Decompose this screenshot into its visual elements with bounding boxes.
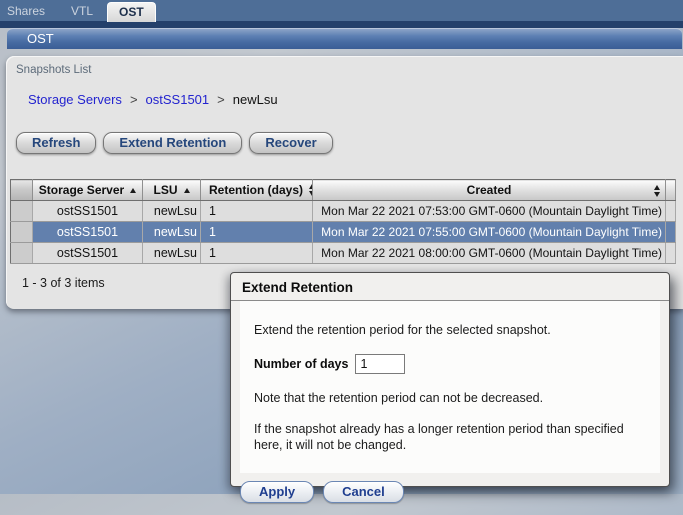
table-row[interactable]: ostSS1501 newLsu 1 Mon Mar 22 2021 08:00…	[11, 243, 676, 264]
breadcrumb-separator: >	[130, 92, 138, 107]
table-header-row: Storage Server LSU Retention (days) Crea…	[11, 180, 676, 201]
apply-button[interactable]: Apply	[240, 481, 314, 503]
cell-storage-server: ostSS1501	[33, 243, 143, 264]
dialog-title: Extend Retention	[231, 273, 669, 301]
cell-created: Mon Mar 22 2021 08:00:00 GMT-0600 (Mount…	[313, 243, 666, 264]
breadcrumb-separator: >	[217, 92, 225, 107]
extend-retention-dialog: Extend Retention Extend the retention pe…	[230, 272, 670, 487]
dialog-description: Extend the retention period for the sele…	[254, 322, 646, 338]
section-header: OST	[7, 28, 682, 49]
dialog-note-decrease: Note that the retention period can not b…	[254, 390, 646, 406]
column-header-created[interactable]: Created	[313, 180, 666, 201]
sort-updown-icon	[654, 185, 660, 197]
tab-ost[interactable]: OST	[107, 2, 156, 22]
top-tab-bar: Shares VTL OST	[0, 0, 683, 21]
number-of-days-label: Number of days	[254, 356, 348, 372]
dialog-body: Extend the retention period for the sele…	[240, 301, 660, 473]
snapshots-list-label: Snapshots List	[16, 64, 91, 76]
row-selector-cell[interactable]	[11, 201, 33, 222]
breadcrumb-storage-servers[interactable]: Storage Servers	[28, 92, 122, 107]
recover-button[interactable]: Recover	[249, 132, 332, 154]
dialog-footer: Apply Cancel	[231, 473, 669, 515]
sort-asc-icon	[130, 188, 136, 193]
section-header-title: OST	[27, 31, 54, 46]
filler-column-header	[666, 180, 676, 201]
column-header-lsu[interactable]: LSU	[143, 180, 201, 201]
cell-lsu: newLsu	[143, 222, 201, 243]
cell-retention: 1	[201, 243, 313, 264]
tab-bar-underline	[0, 21, 683, 28]
cell-retention: 1	[201, 201, 313, 222]
selection-column-header	[11, 180, 33, 201]
cell-lsu: newLsu	[143, 201, 201, 222]
snapshots-table: Storage Server LSU Retention (days) Crea…	[10, 179, 676, 264]
cell-storage-server: ostSS1501	[33, 201, 143, 222]
cell-storage-server: ostSS1501	[33, 222, 143, 243]
breadcrumb: Storage Servers > ostSS1501 > newLsu	[28, 92, 278, 107]
tab-shares[interactable]: Shares	[7, 4, 45, 18]
sort-asc-icon	[184, 188, 190, 193]
column-header-retention[interactable]: Retention (days)	[201, 180, 313, 201]
number-of-days-input[interactable]	[355, 354, 405, 374]
row-selector-cell[interactable]	[11, 222, 33, 243]
filler-cell	[666, 201, 676, 222]
breadcrumb-ostss1501[interactable]: ostSS1501	[146, 92, 210, 107]
breadcrumb-current: newLsu	[233, 92, 278, 107]
cell-created: Mon Mar 22 2021 07:55:00 GMT-0600 (Mount…	[313, 222, 666, 243]
cancel-button[interactable]: Cancel	[323, 481, 404, 503]
items-count: 1 - 3 of 3 items	[22, 276, 105, 290]
cell-lsu: newLsu	[143, 243, 201, 264]
number-of-days-row: Number of days	[254, 354, 646, 374]
cell-retention: 1	[201, 222, 313, 243]
table-row[interactable]: ostSS1501 newLsu 1 Mon Mar 22 2021 07:53…	[11, 201, 676, 222]
snapshot-toolbar: Refresh Extend Retention Recover	[16, 132, 333, 154]
extend-retention-button[interactable]: Extend Retention	[103, 132, 242, 154]
table-row-selected[interactable]: ostSS1501 newLsu 1 Mon Mar 22 2021 07:55…	[11, 222, 676, 243]
filler-cell	[666, 243, 676, 264]
row-selector-cell[interactable]	[11, 243, 33, 264]
column-header-storage-server[interactable]: Storage Server	[33, 180, 143, 201]
cell-created: Mon Mar 22 2021 07:53:00 GMT-0600 (Mount…	[313, 201, 666, 222]
refresh-button[interactable]: Refresh	[16, 132, 96, 154]
tab-vtl[interactable]: VTL	[71, 4, 93, 18]
dialog-note-longer: If the snapshot already has a longer ret…	[254, 421, 646, 454]
filler-cell	[666, 222, 676, 243]
